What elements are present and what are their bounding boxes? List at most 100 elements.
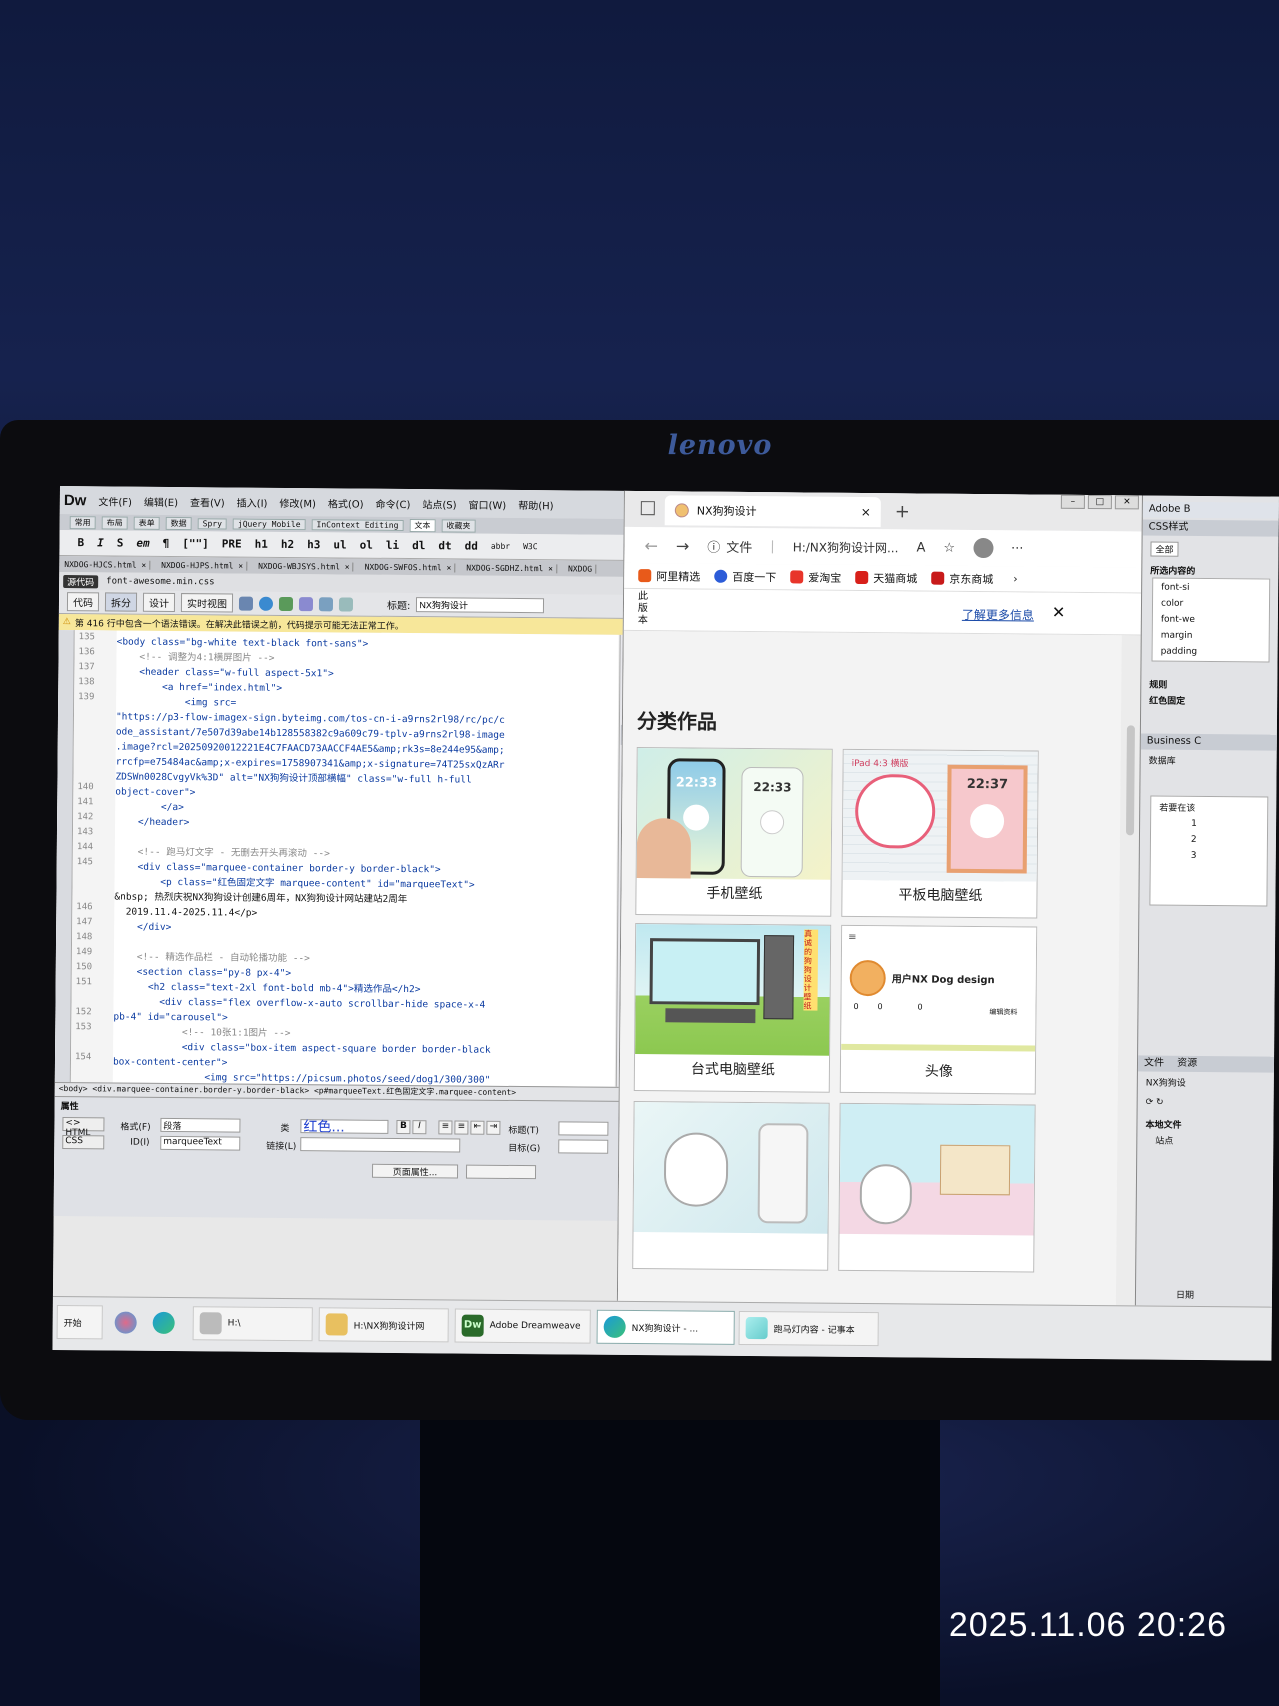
- target-select[interactable]: [558, 1139, 609, 1154]
- strong-button[interactable]: S: [117, 536, 124, 549]
- class-select[interactable]: 红色...: [300, 1119, 389, 1136]
- bold-prop-button[interactable]: B: [396, 1119, 411, 1135]
- design-view-button[interactable]: 设计: [142, 592, 176, 613]
- paragraph-button[interactable]: ¶: [163, 537, 170, 550]
- all-tab[interactable]: 全部: [1150, 541, 1179, 557]
- unordered-list-icon[interactable]: ≡: [438, 1120, 453, 1135]
- back-icon[interactable]: ←: [644, 536, 658, 555]
- italic-button[interactable]: I: [97, 536, 104, 549]
- category-card-phone[interactable]: 22:33 22:33 手机壁纸: [635, 747, 833, 917]
- start-button[interactable]: 开始: [56, 1305, 103, 1340]
- dl-button[interactable]: dl: [412, 539, 425, 552]
- css-properties-list[interactable]: font-si color font-we margin padding: [1151, 577, 1271, 663]
- ol-button[interactable]: ol: [360, 539, 373, 552]
- li-button[interactable]: li: [386, 539, 399, 552]
- css-prop[interactable]: margin: [1161, 631, 1193, 641]
- menu-help[interactable]: 帮助(H): [518, 496, 553, 511]
- category-card[interactable]: [838, 1102, 1036, 1273]
- favorite-star-icon[interactable]: ☆: [943, 540, 955, 555]
- menu-view[interactable]: 查看(V): [190, 494, 225, 509]
- assets-tab[interactable]: 资源: [1177, 1058, 1197, 1069]
- refresh-icon[interactable]: [338, 596, 354, 612]
- info-close-icon[interactable]: ✕: [1052, 603, 1066, 622]
- file-tab[interactable]: NXDOG-SGDHZ.html ×: [463, 563, 558, 573]
- w3c-button[interactable]: W3C: [523, 542, 538, 551]
- css-prop[interactable]: font-we: [1161, 615, 1195, 625]
- css-mode-button[interactable]: CSS: [62, 1135, 105, 1150]
- css-prop[interactable]: font-si: [1161, 583, 1189, 593]
- taskbar-edge-window[interactable]: NX狗狗设计 - ...: [596, 1309, 735, 1345]
- insert-tab-common[interactable]: 常用: [69, 515, 96, 529]
- insert-tab-layout[interactable]: 布局: [101, 515, 128, 530]
- menu-format[interactable]: 格式(O): [328, 495, 364, 510]
- insert-tab-forms[interactable]: 表单: [133, 516, 160, 530]
- favorites-more-icon[interactable]: ›: [1013, 572, 1018, 585]
- forward-icon[interactable]: →: [676, 536, 690, 555]
- category-card-avatar[interactable]: ≡ 用户NX Dog design 0 0 0 编辑资料 头像: [839, 924, 1038, 1095]
- validate-icon[interactable]: [298, 596, 314, 611]
- ordered-list-icon[interactable]: ≡: [454, 1120, 469, 1135]
- site-select[interactable]: NX狗狗设: [1146, 1075, 1186, 1088]
- format-select[interactable]: 段落: [160, 1117, 241, 1133]
- taskbar-dreamweaver[interactable]: Dw Adobe Dreamweave: [454, 1308, 591, 1344]
- indent-icon[interactable]: ⇥: [486, 1120, 501, 1135]
- dd-button[interactable]: dd: [465, 540, 478, 553]
- browser-tab[interactable]: NX狗狗设计 ×: [664, 495, 881, 528]
- files-tab[interactable]: 文件: [1144, 1057, 1164, 1068]
- preview-browser-icon[interactable]: [258, 596, 274, 611]
- category-card[interactable]: [632, 1101, 830, 1271]
- html-mode-button[interactable]: <> HTML: [62, 1117, 105, 1138]
- category-card-tablet[interactable]: iPad 4:3 横版 22:37 平板电脑壁纸: [841, 748, 1039, 919]
- file-tab[interactable]: NXDOG: [564, 563, 597, 574]
- css-prop[interactable]: color: [1161, 599, 1183, 609]
- ul-button[interactable]: ul: [333, 538, 346, 551]
- page-title-input[interactable]: [416, 597, 545, 614]
- h3-button[interactable]: h3: [307, 538, 320, 551]
- favorite-item[interactable]: 京东商城: [931, 570, 993, 587]
- insert-tab-jquery-mobile[interactable]: jQuery Mobile: [232, 518, 306, 530]
- read-aloud-icon[interactable]: A: [916, 540, 925, 555]
- dt-button[interactable]: dt: [438, 539, 451, 552]
- blockquote-button[interactable]: [""]: [182, 537, 209, 550]
- page-properties-button[interactable]: 页面属性...: [371, 1163, 459, 1179]
- favorite-item[interactable]: 百度一下: [714, 568, 776, 585]
- file-tab[interactable]: NXDOG-HJPS.html ×: [158, 560, 248, 571]
- insert-tab-data[interactable]: 数据: [165, 516, 192, 530]
- file-tab[interactable]: NXDOG-SWFOS.html ×: [361, 562, 456, 572]
- learn-more-link[interactable]: 了解更多信息: [962, 606, 1034, 624]
- tab-actions-icon[interactable]: [640, 501, 655, 516]
- pre-button[interactable]: PRE: [222, 537, 242, 550]
- insert-tab-text[interactable]: 文本: [409, 518, 436, 532]
- minimize-icon[interactable]: –: [1060, 494, 1085, 509]
- code-view-button[interactable]: 代码: [66, 592, 100, 612]
- visual-aids-icon[interactable]: [318, 596, 334, 611]
- site-info-icon[interactable]: ⓘ: [707, 536, 720, 555]
- menu-insert[interactable]: 插入(I): [237, 494, 268, 509]
- menu-window[interactable]: 窗口(W): [468, 496, 506, 511]
- menu-edit[interactable]: 编辑(E): [144, 493, 178, 508]
- split-view-button[interactable]: 拆分: [104, 592, 138, 612]
- link-input[interactable]: [300, 1137, 461, 1153]
- close-icon[interactable]: ✕: [1114, 495, 1139, 510]
- em-button[interactable]: em: [136, 537, 149, 550]
- css-styles-tab[interactable]: CSS样式: [1142, 519, 1279, 537]
- address-url[interactable]: H:/NX狗狗设计网...: [793, 538, 899, 556]
- file-tab[interactable]: NXDOG-HJCS.html ×: [61, 559, 151, 570]
- related-file-css[interactable]: font-awesome.min.css: [106, 576, 214, 587]
- list-item-button[interactable]: [465, 1164, 537, 1180]
- business-catalyst-tab[interactable]: Business C: [1140, 733, 1278, 751]
- title-attr-input[interactable]: [558, 1121, 609, 1136]
- bold-button[interactable]: B: [77, 536, 84, 549]
- live-view-button[interactable]: 实时视图: [180, 593, 234, 613]
- menu-file[interactable]: 文件(F): [98, 493, 132, 508]
- category-card-desktop[interactable]: 真诚的狗狗设计壁纸 台式电脑壁纸: [633, 923, 832, 1093]
- id-select[interactable]: marqueeText: [160, 1135, 241, 1151]
- more-options-icon[interactable]: ···: [1011, 541, 1024, 556]
- h2-button[interactable]: h2: [281, 538, 294, 551]
- h1-button[interactable]: h1: [255, 538, 268, 551]
- multiscreen-icon[interactable]: [238, 596, 254, 611]
- outdent-icon[interactable]: ⇤: [470, 1120, 485, 1135]
- rule-item[interactable]: 红色固定: [1149, 694, 1185, 707]
- insert-tab-favorites[interactable]: 收藏夹: [441, 518, 476, 533]
- css-prop[interactable]: padding: [1161, 647, 1198, 657]
